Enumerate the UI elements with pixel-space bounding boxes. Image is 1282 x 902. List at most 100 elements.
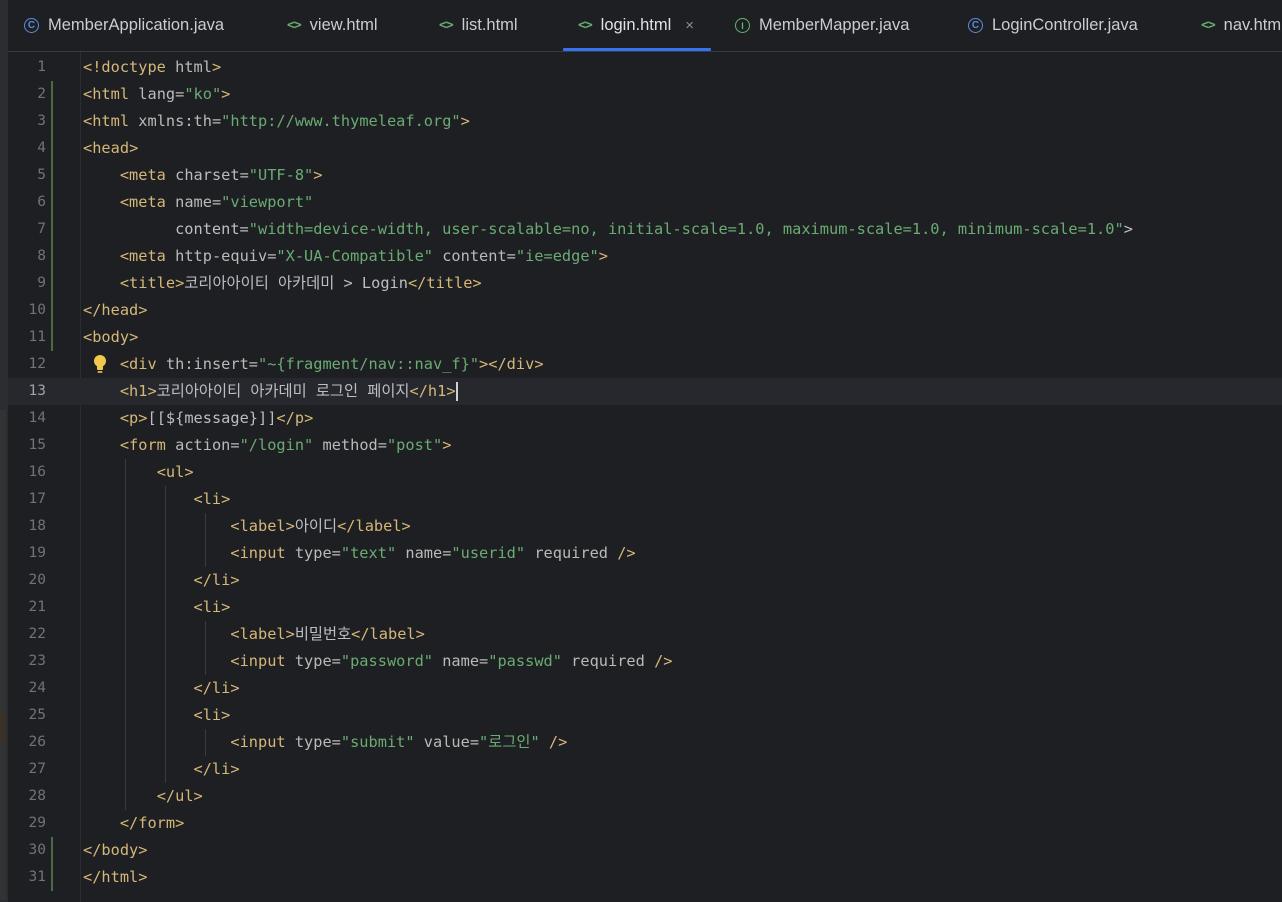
tab-nav-html[interactable]: <> nav.html bbox=[1201, 0, 1282, 51]
code-text: <p>[[${message}]]</p> bbox=[119, 409, 314, 427]
tab-view-html[interactable]: <> view.html bbox=[287, 0, 378, 51]
vcs-change-marker[interactable] bbox=[51, 189, 53, 216]
vcs-change-marker[interactable] bbox=[51, 324, 53, 351]
line-number[interactable]: 24 bbox=[8, 675, 46, 702]
ide-window: C MemberApplication.java <> view.html <>… bbox=[0, 0, 1282, 902]
line-number[interactable]: 7 bbox=[8, 216, 46, 243]
code-line[interactable]: 24 </li> bbox=[8, 675, 1282, 702]
line-number[interactable]: 25 bbox=[8, 702, 46, 729]
code-text: </body> bbox=[83, 841, 148, 859]
code-line[interactable]: 12 <div th:insert="~{fragment/nav::nav_f… bbox=[8, 351, 1282, 378]
code-line[interactable]: 19 <input type="text" name="userid" requ… bbox=[8, 540, 1282, 567]
vcs-change-marker[interactable] bbox=[51, 216, 53, 243]
line-number[interactable]: 20 bbox=[8, 567, 46, 594]
code-line[interactable]: 8 <meta http-equiv="X-UA-Compatible" con… bbox=[8, 243, 1282, 270]
code-line[interactable]: 23 <input type="password" name="passwd" … bbox=[8, 648, 1282, 675]
close-icon[interactable]: × bbox=[685, 17, 694, 34]
code-line[interactable]: 10 </head> bbox=[8, 297, 1282, 324]
code-text: <title>코리아아이티 아카데미 > Login</title> bbox=[119, 274, 482, 292]
code-line[interactable]: 29 </form> bbox=[8, 810, 1282, 837]
vcs-change-marker[interactable] bbox=[51, 108, 53, 135]
code-line[interactable]: 1 <!doctype html> bbox=[8, 54, 1282, 81]
code-line[interactable]: 31 </html> bbox=[8, 864, 1282, 891]
line-number[interactable]: 19 bbox=[8, 540, 46, 567]
indent-guide bbox=[124, 459, 126, 810]
tab-list-html[interactable]: <> list.html bbox=[439, 0, 518, 51]
lightbulb-icon[interactable] bbox=[92, 351, 108, 378]
tab-member-application[interactable]: C MemberApplication.java bbox=[24, 0, 224, 51]
line-number[interactable]: 31 bbox=[8, 864, 46, 891]
code-line[interactable]: 18 <label>아이디</label> bbox=[8, 513, 1282, 540]
code-line[interactable]: 17 <li> bbox=[8, 486, 1282, 513]
line-number[interactable]: 30 bbox=[8, 837, 46, 864]
line-number[interactable]: 28 bbox=[8, 783, 46, 810]
editor-tab-bar: C MemberApplication.java <> view.html <>… bbox=[8, 0, 1282, 52]
code-line[interactable]: 3 <html xmlns:th="http://www.thymeleaf.or… bbox=[8, 108, 1282, 135]
line-number[interactable]: 22 bbox=[8, 621, 46, 648]
code-text: <html xmlns:th="http://www.thymeleaf.org… bbox=[83, 112, 470, 130]
code-line[interactable]: 4 <head> bbox=[8, 135, 1282, 162]
line-number[interactable]: 8 bbox=[8, 243, 46, 270]
code-line[interactable]: 9 <title>코리아아이티 아카데미 > Login</title> bbox=[8, 270, 1282, 297]
code-line[interactable]: 25 <li> bbox=[8, 702, 1282, 729]
code-line[interactable]: 7 content="width=device-width, user-scal… bbox=[8, 216, 1282, 243]
code-line[interactable]: 28 </ul> bbox=[8, 783, 1282, 810]
vcs-change-marker[interactable] bbox=[51, 837, 53, 864]
code-line[interactable]: 20 </li> bbox=[8, 567, 1282, 594]
indent-guide bbox=[204, 729, 206, 756]
vcs-change-marker[interactable] bbox=[51, 162, 53, 189]
line-number[interactable]: 10 bbox=[8, 297, 46, 324]
code-line[interactable]: 14 <p>[[${message}]]</p> bbox=[8, 405, 1282, 432]
line-number[interactable]: 5 bbox=[8, 162, 46, 189]
code-editor[interactable]: 1 <!doctype html> 2 <html lang="ko"> 3 <html … bbox=[8, 52, 1282, 902]
vcs-change-marker[interactable] bbox=[51, 270, 53, 297]
line-number[interactable]: 14 bbox=[8, 405, 46, 432]
line-number[interactable]: 4 bbox=[8, 135, 46, 162]
line-number[interactable]: 13 bbox=[8, 378, 46, 405]
tab-label: MemberMapper.java bbox=[759, 16, 910, 34]
vcs-change-marker[interactable] bbox=[51, 297, 53, 324]
line-number[interactable]: 29 bbox=[8, 810, 46, 837]
line-number[interactable]: 11 bbox=[8, 324, 46, 351]
code-line[interactable]: 16 <ul> bbox=[8, 459, 1282, 486]
line-number[interactable]: 1 bbox=[8, 54, 46, 81]
line-number[interactable]: 23 bbox=[8, 648, 46, 675]
code-line[interactable]: 13 <h1>코리아아이티 아카데미 로그인 페이지</h1> bbox=[8, 378, 1282, 405]
code-line[interactable]: 2 <html lang="ko"> bbox=[8, 81, 1282, 108]
code-line[interactable]: 6 <meta name="viewport" bbox=[8, 189, 1282, 216]
code-text: <meta name="viewport" bbox=[119, 193, 314, 211]
code-line[interactable]: 11 <body> bbox=[8, 324, 1282, 351]
line-number[interactable]: 6 bbox=[8, 189, 46, 216]
line-number[interactable]: 9 bbox=[8, 270, 46, 297]
vcs-change-marker[interactable] bbox=[51, 135, 53, 162]
code-line[interactable]: 22 <label>비밀번호</label> bbox=[8, 621, 1282, 648]
line-number[interactable]: 21 bbox=[8, 594, 46, 621]
vcs-change-marker[interactable] bbox=[51, 243, 53, 270]
vcs-change-marker[interactable] bbox=[51, 864, 53, 891]
line-number[interactable]: 3 bbox=[8, 108, 46, 135]
code-text: </li> bbox=[193, 679, 240, 697]
line-number[interactable]: 27 bbox=[8, 756, 46, 783]
tab-login-html[interactable]: <> login.html × bbox=[562, 0, 712, 51]
line-number[interactable]: 2 bbox=[8, 81, 46, 108]
line-number[interactable]: 16 bbox=[8, 459, 46, 486]
tab-label: login.html bbox=[600, 16, 672, 34]
tab-member-mapper[interactable]: I MemberMapper.java bbox=[735, 0, 909, 51]
vcs-change-marker[interactable] bbox=[51, 81, 53, 108]
line-number[interactable]: 17 bbox=[8, 486, 46, 513]
code-text: <form action="/login" method="post"> bbox=[119, 436, 452, 454]
class-icon: C bbox=[24, 18, 39, 33]
line-number[interactable]: 26 bbox=[8, 729, 46, 756]
code-line[interactable]: 27 </li> bbox=[8, 756, 1282, 783]
code-text: <li> bbox=[193, 706, 231, 724]
tab-label: MemberApplication.java bbox=[48, 16, 225, 34]
code-line[interactable]: 26 <input type="submit" value="로그인" /> bbox=[8, 729, 1282, 756]
code-line[interactable]: 5 <meta charset="UTF-8"> bbox=[8, 162, 1282, 189]
code-line[interactable]: 30 </body> bbox=[8, 837, 1282, 864]
line-number[interactable]: 18 bbox=[8, 513, 46, 540]
line-number[interactable]: 12 bbox=[8, 351, 46, 378]
code-line[interactable]: 15 <form action="/login" method="post"> bbox=[8, 432, 1282, 459]
code-line[interactable]: 21 <li> bbox=[8, 594, 1282, 621]
tab-login-controller[interactable]: C LoginController.java bbox=[968, 0, 1138, 51]
line-number[interactable]: 15 bbox=[8, 432, 46, 459]
